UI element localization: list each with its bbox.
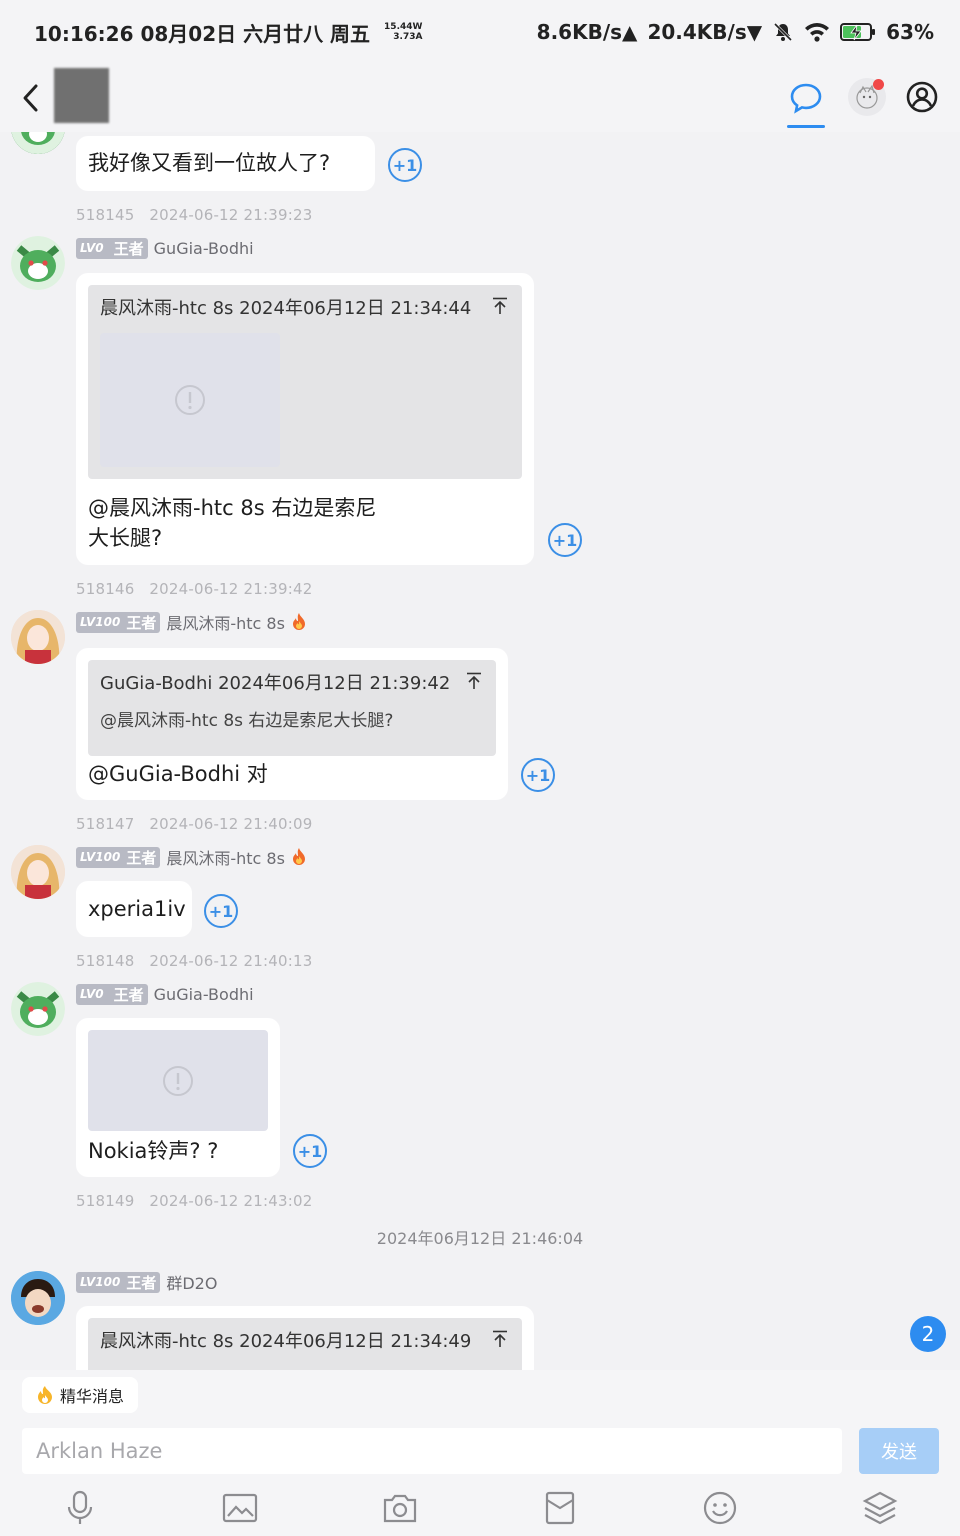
image-error-icon	[175, 385, 205, 415]
level-badge: LV0 王者	[76, 237, 148, 259]
jump-to-quote-icon[interactable]	[492, 297, 508, 315]
avatar[interactable]	[11, 132, 65, 154]
camera-icon[interactable]	[380, 1488, 420, 1528]
fire-icon	[292, 848, 305, 865]
input-placeholder: Arklan Haze	[36, 1439, 163, 1463]
message-bubble[interactable]: xperia1iv	[76, 881, 192, 937]
message-text: @晨风沐雨-htc 8s 右边是索尼 大长腿?	[88, 496, 377, 550]
net-down-speed: 20.4KB/s▼	[647, 20, 763, 44]
message-bubble[interactable]: GuGia-Bodhi 2024年06月12日 21:39:42 @晨风沐雨-h…	[76, 648, 508, 800]
jump-to-quote-icon[interactable]	[492, 1330, 508, 1348]
message-bubble[interactable]: 晨风沐雨-htc 8s 2024年06月12日 21:34:44 @晨风沐雨-h…	[76, 273, 534, 565]
layers-icon[interactable]	[860, 1488, 900, 1528]
fire-icon	[292, 613, 305, 630]
message-stamp: 518145 2024-06-12 21:39:23	[76, 206, 313, 224]
plus-one-button[interactable]: +1	[521, 758, 555, 792]
plus-one-button[interactable]: +1	[204, 894, 238, 928]
image-placeholder[interactable]	[88, 1030, 268, 1131]
message-bubble[interactable]: 晨风沐雨-htc 8s 2024年06月12日 21:34:49	[76, 1306, 534, 1370]
message-stamp: 518148 2024-06-12 21:40:13	[76, 952, 313, 970]
profile-icon[interactable]	[905, 80, 939, 114]
composer-toolbar	[0, 1488, 960, 1532]
message-meta: LV0 王者 GuGia-Bodhi	[76, 237, 254, 259]
quote-text: @晨风沐雨-htc 8s 右边是索尼大长腿?	[100, 711, 394, 731]
back-arrow-icon[interactable]	[18, 80, 44, 116]
username[interactable]: 群D2O	[166, 1270, 217, 1294]
username[interactable]: 晨风沐雨-htc 8s	[166, 610, 285, 634]
level-badge: LV100 王者	[76, 611, 161, 633]
net-up-speed: 8.6KB/s▲	[536, 20, 638, 44]
avatar[interactable]	[11, 236, 65, 290]
level-badge: LV0 王者	[76, 983, 148, 1005]
username[interactable]: GuGia-Bodhi	[154, 239, 254, 258]
jump-to-quote-icon[interactable]	[466, 672, 482, 690]
green-cat-avatar-icon	[11, 982, 65, 1036]
microphone-icon[interactable]	[60, 1488, 100, 1528]
quoted-message[interactable]: 晨风沐雨-htc 8s 2024年06月12日 21:34:49	[88, 1318, 522, 1370]
message-bubble[interactable]: 我好像又看到一位故人了?	[76, 136, 375, 191]
status-bar: 10:16:26 08月02日 六月廿八 周五 15.44W 3.73A 8.6…	[0, 0, 960, 64]
message-stamp: 518146 2024-06-12 21:39:42	[76, 580, 313, 598]
flame-icon	[38, 1386, 52, 1404]
level-badge: LV100 王者	[76, 1271, 161, 1293]
quoted-message[interactable]: 晨风沐雨-htc 8s 2024年06月12日 21:34:44	[88, 285, 522, 479]
power-readout: 15.44W 3.73A	[384, 22, 422, 42]
message-input[interactable]: Arklan Haze	[22, 1428, 842, 1474]
green-cat-avatar-icon	[11, 236, 65, 290]
battery-percent: 63%	[886, 20, 934, 44]
power-amps: 3.73A	[393, 32, 423, 42]
plus-one-button[interactable]: +1	[388, 148, 422, 182]
avatar[interactable]	[11, 845, 65, 899]
group-avatar[interactable]	[54, 68, 109, 123]
avatar[interactable]	[11, 610, 65, 664]
featured-messages-button[interactable]: 精华消息	[22, 1377, 139, 1413]
chat-header	[0, 64, 960, 132]
quote-header: 晨风沐雨-htc 8s 2024年06月12日 21:34:44	[100, 298, 472, 319]
plus-one-button[interactable]: +1	[293, 1134, 327, 1168]
avatar[interactable]	[11, 982, 65, 1036]
image-error-icon	[163, 1065, 193, 1096]
quoted-message[interactable]: GuGia-Bodhi 2024年06月12日 21:39:42 @晨风沐雨-h…	[88, 660, 496, 756]
composer: 精华消息 Arklan Haze 发送	[0, 1370, 960, 1536]
message-bubble[interactable]: Nokia铃声? ?	[76, 1018, 280, 1177]
message-meta: LV0 王者 GuGia-Bodhi	[76, 983, 254, 1005]
message-meta: LV100 王者 晨风沐雨-htc 8s	[76, 846, 307, 868]
battery-charging-icon	[840, 23, 876, 41]
level-badge: LV100 王者	[76, 846, 161, 868]
notification-dot	[873, 79, 884, 90]
message-stamp: 518147 2024-06-12 21:40:09	[76, 815, 313, 833]
red-packet-icon[interactable]	[540, 1488, 580, 1528]
avatar[interactable]	[11, 1271, 65, 1325]
time-divider: 2024年06月12日 21:46:04	[376, 1229, 584, 1248]
meme-face-avatar-icon	[11, 1271, 65, 1325]
username[interactable]: 晨风沐雨-htc 8s	[166, 845, 285, 869]
power-watts: 15.44W	[384, 22, 423, 32]
send-button[interactable]: 发送	[859, 1428, 939, 1474]
featured-label: 精华消息	[60, 1387, 125, 1406]
message-text: Nokia铃声? ?	[88, 1139, 219, 1163]
message-meta: LV100 王者 群D2O	[76, 1271, 217, 1293]
message-text: 我好像又看到一位故人了?	[88, 151, 331, 175]
message-text: @GuGia-Bodhi 对	[88, 762, 268, 786]
active-tab-indicator	[787, 125, 825, 128]
image-placeholder[interactable]	[100, 333, 280, 467]
message-list[interactable]: 我好像又看到一位故人了? +1 518145 2024-06-12 21:39:…	[0, 132, 960, 1370]
message-meta: LV100 王者 晨风沐雨-htc 8s	[76, 611, 307, 633]
anime-girl-avatar-icon	[11, 610, 65, 664]
green-cat-avatar-icon	[11, 132, 65, 154]
unread-count-badge[interactable]: 2	[910, 1316, 946, 1352]
quote-header: 晨风沐雨-htc 8s 2024年06月12日 21:34:49	[100, 1331, 472, 1352]
emoji-icon[interactable]	[700, 1488, 740, 1528]
status-time: 10:16:26 08月02日 六月廿八 周五	[34, 21, 371, 46]
mute-bell-icon	[774, 22, 793, 42]
wifi-icon	[805, 23, 830, 42]
username[interactable]: GuGia-Bodhi	[154, 985, 254, 1004]
message-text: xperia1iv	[88, 897, 186, 921]
anime-girl-avatar-icon	[11, 845, 65, 899]
plus-one-button[interactable]: +1	[548, 523, 582, 557]
chat-bubble-icon[interactable]	[789, 82, 823, 114]
message-stamp: 518149 2024-06-12 21:43:02	[76, 1192, 313, 1210]
image-icon[interactable]	[220, 1488, 260, 1528]
quote-header: GuGia-Bodhi 2024年06月12日 21:39:42	[100, 673, 451, 694]
